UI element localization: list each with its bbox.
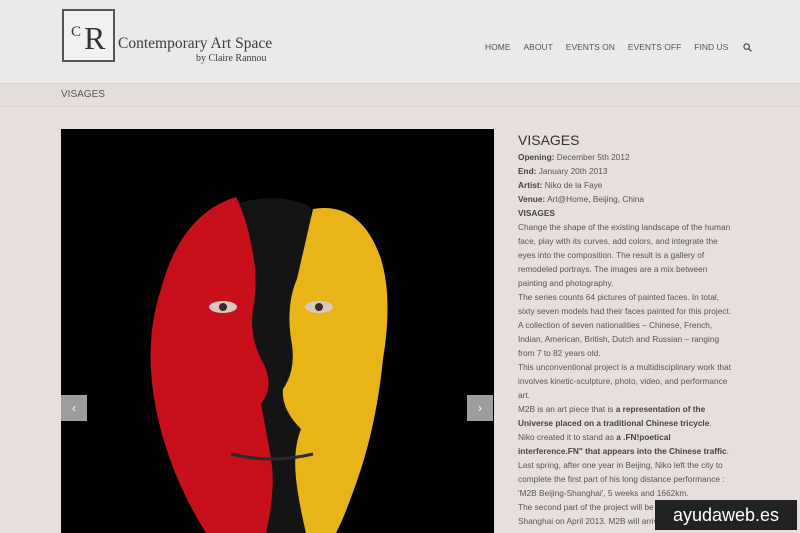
main-nav: HOME ABOUT EVENTS ON EVENTS OFF FIND US <box>485 42 753 52</box>
end-label: End: <box>518 166 537 176</box>
paragraph-6: Last spring, after one year in Beijing, … <box>518 460 725 498</box>
venue-value: Art@Home, Beijing, China <box>545 194 645 204</box>
nav-events-on[interactable]: EVENTS ON <box>566 42 615 52</box>
event-details: VISAGES Opening: December 5th 2012 End: … <box>518 132 734 528</box>
slider-prev-button[interactable]: ‹ <box>61 395 87 421</box>
end-value: January 20th 2013 <box>536 166 608 176</box>
slider-next-button[interactable]: › <box>467 395 493 421</box>
opening-line: Opening: December 5th 2012 <box>518 150 734 164</box>
opening-value: December 5th 2012 <box>554 152 630 162</box>
paragraph-1: Change the shape of the existing landsca… <box>518 222 731 288</box>
opening-label: Opening: <box>518 152 555 162</box>
page-title: VISAGES <box>61 89 105 100</box>
paragraph-2: The series counts 64 pictures of painted… <box>518 292 732 358</box>
nav-about[interactable]: ABOUT <box>524 42 553 52</box>
paragraph-5: Niko created it to stand as a .FN!poetic… <box>518 430 734 458</box>
image-slider: ‹ › <box>61 129 494 533</box>
paragraph-4: M2B is an art piece that is a representa… <box>518 402 734 430</box>
search-icon[interactable] <box>743 42 753 52</box>
logo[interactable]: C R <box>62 9 115 62</box>
section-heading: VISAGES <box>518 206 734 220</box>
page-title-bar: VISAGES <box>0 84 800 107</box>
logo-letter-r: R <box>84 20 106 56</box>
nav-events-off[interactable]: EVENTS OFF <box>628 42 681 52</box>
artist-line: Artist: Niko de la Faye <box>518 178 734 192</box>
paragraph-3: This unconventional project is a multidi… <box>518 362 732 400</box>
site-header: C R Contemporary Art Space by Claire Ran… <box>0 0 800 84</box>
brand-subtitle: by Claire Rannou <box>196 53 267 64</box>
paragraph-4-text: M2B is an art piece that is <box>518 404 616 414</box>
artist-value: Niko de la Faye <box>542 180 603 190</box>
section-label: VISAGES <box>518 208 555 218</box>
paragraph-5-text: Niko created it to stand as <box>518 432 617 442</box>
venue-line: Venue: Art@Home, Beijing, China <box>518 192 734 206</box>
slide-image <box>61 129 494 533</box>
event-title: VISAGES <box>518 132 580 148</box>
paragraph-4-end: . <box>709 418 712 428</box>
nav-home[interactable]: HOME <box>485 42 511 52</box>
logo-letter-c: C <box>71 24 82 40</box>
watermark: ayudaweb.es <box>655 500 797 530</box>
brand-title[interactable]: Contemporary Art Space <box>118 35 272 53</box>
artist-label: Artist: <box>518 180 543 190</box>
end-line: End: January 20th 2013 <box>518 164 734 178</box>
nav-find-us[interactable]: FIND US <box>694 42 728 52</box>
venue-label: Venue: <box>518 194 546 204</box>
paragraph-5-end: . <box>726 446 729 456</box>
